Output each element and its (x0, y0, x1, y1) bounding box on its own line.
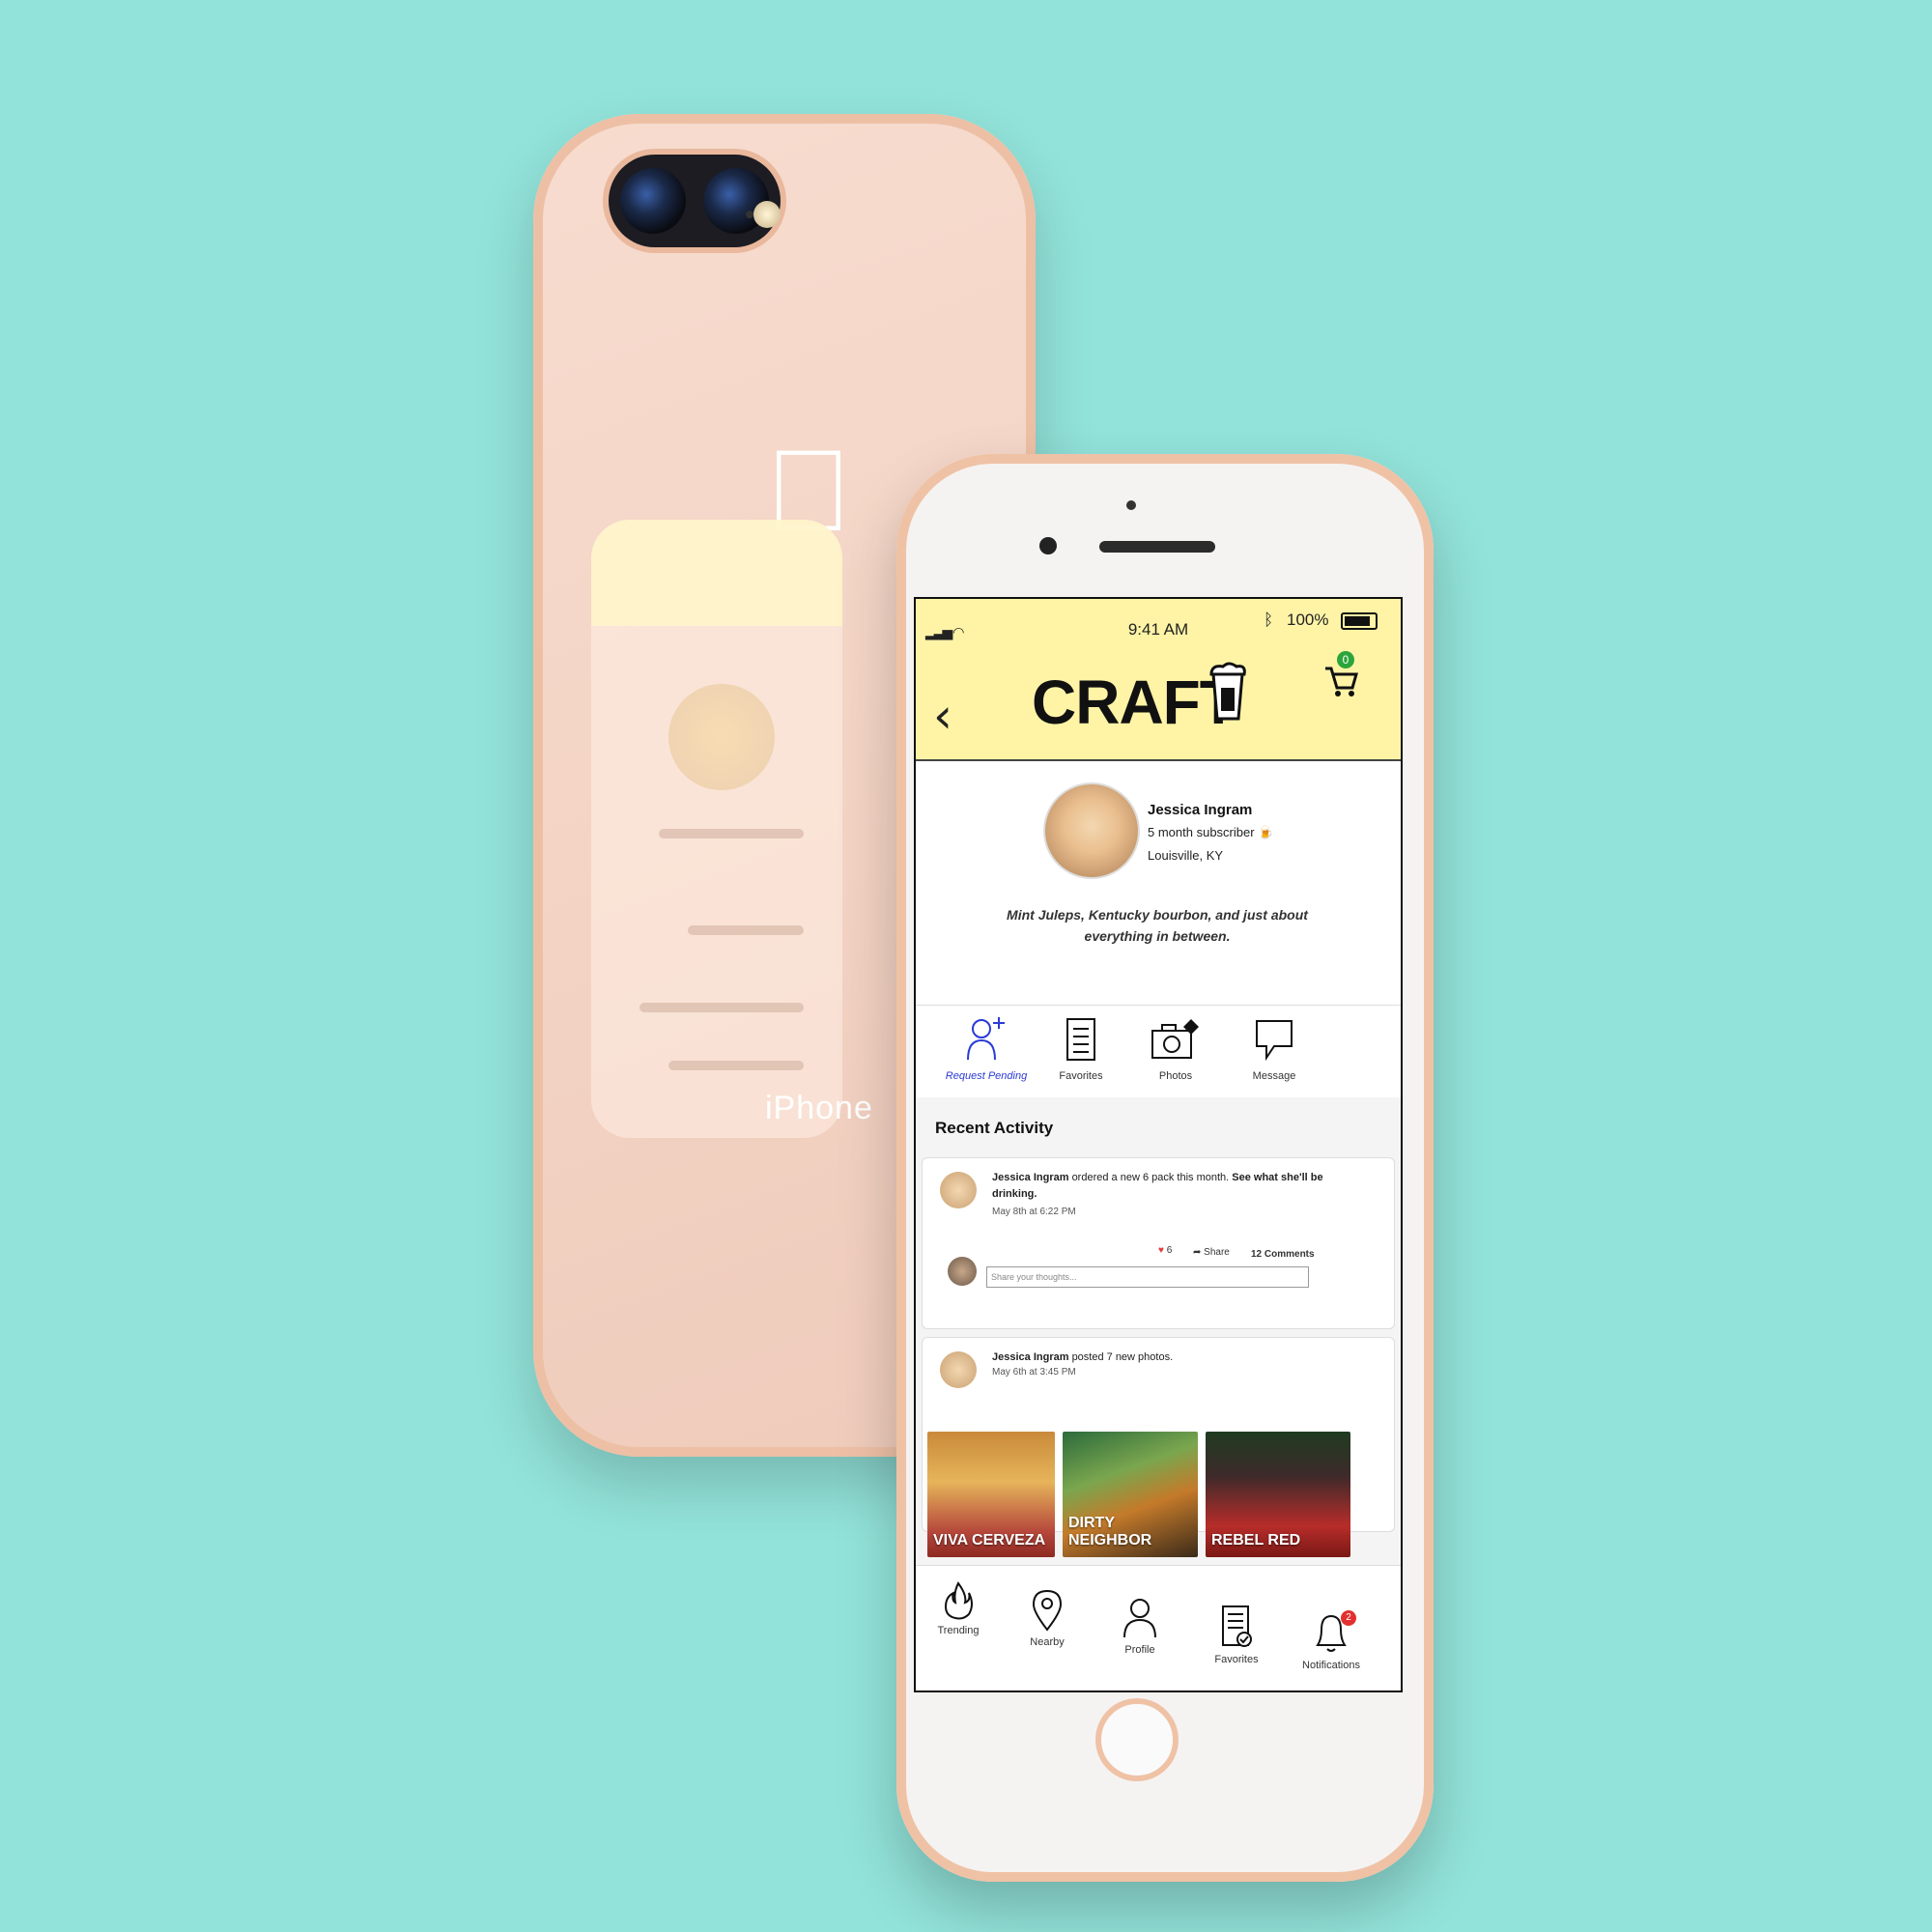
activity-card: Jessica Ingram ordered a new 6 pack this… (922, 1157, 1395, 1329)
battery-percent: 100% (1287, 611, 1329, 629)
list-icon (1066, 1018, 1095, 1061)
tab-trending[interactable]: Trending (920, 1581, 997, 1636)
checklist-icon (1222, 1605, 1252, 1647)
front-phone: ▂▃▅ ◠ 9:41 AM ᛒ 100% ‹ CRAFT 0 Jessica I (896, 454, 1434, 1882)
tab-notifications[interactable]: 2 Notifications (1293, 1610, 1370, 1671)
microphone-dot (746, 211, 753, 218)
dual-camera (609, 155, 781, 247)
tab-nearby[interactable]: Nearby (1009, 1589, 1086, 1648)
profile-name: Jessica Ingram (1148, 802, 1253, 818)
notification-badge: 2 (1341, 1610, 1356, 1626)
flash-icon (753, 201, 781, 228)
iphone-brand-text: iPhone (765, 1090, 873, 1126)
tab-profile[interactable]: Profile (1101, 1597, 1179, 1656)
subscription-status: 5 month subscriber 🍺 (1148, 825, 1274, 839)
photo-strip: VIVA CERVEZA DIRTY NEIGHBOR REBEL RED (927, 1432, 1387, 1557)
screen-reflection (591, 520, 842, 1138)
like-button[interactable]: ♥ 6 (1158, 1245, 1172, 1256)
profile-section: Jessica Ingram 5 month subscriber 🍺 Loui… (916, 759, 1401, 1001)
status-bar: ▂▃▅ ◠ 9:41 AM ᛒ 100% (916, 599, 1401, 641)
flame-icon (944, 1581, 973, 1620)
profile-location: Louisville, KY (1148, 848, 1224, 863)
avatar[interactable] (940, 1351, 977, 1388)
photo-thumbnail[interactable]: DIRTY NEIGHBOR (1063, 1432, 1198, 1557)
share-icon: ➦ (1193, 1247, 1202, 1258)
proximity-sensor (1126, 500, 1136, 510)
profile-actions: Request Pending Favorites Photos Message (916, 1005, 1401, 1099)
photo-thumbnail[interactable]: VIVA CERVEZA (927, 1432, 1055, 1557)
recent-activity-title: Recent Activity (935, 1119, 1054, 1137)
message-action-label: Message (1252, 1070, 1296, 1082)
map-pin-icon (1032, 1589, 1063, 1632)
cart-count-badge: 0 (1337, 651, 1354, 668)
activity-date: May 6th at 3:45 PM (992, 1367, 1076, 1378)
profile-bio: Mint Juleps, Kentucky bourbon, and just … (1007, 907, 1308, 944)
message-icon (1256, 1020, 1293, 1062)
photos-action-button[interactable]: Photos (1132, 1015, 1219, 1082)
app-header: ▂▃▅ ◠ 9:41 AM ᛒ 100% ‹ CRAFT 0 (916, 599, 1401, 761)
avatar[interactable] (1043, 782, 1140, 879)
message-action-button[interactable]: Message (1231, 1015, 1318, 1082)
photo-thumbnail[interactable]: REBEL RED (1206, 1432, 1350, 1557)
avatar (948, 1257, 977, 1286)
camera-icon (1151, 1019, 1199, 1059)
bluetooth-icon: ᛒ (1264, 611, 1274, 629)
avatar[interactable] (940, 1172, 977, 1208)
tab-favorites[interactable]: Favorites (1198, 1605, 1275, 1665)
heart-icon: ♥ (1158, 1245, 1164, 1256)
activity-text: Jessica Ingram ordered a new 6 pack this… (992, 1172, 1323, 1200)
person-icon (1123, 1599, 1156, 1638)
comment-input[interactable]: Share your thoughts... (986, 1266, 1309, 1288)
favorites-action-button[interactable]: Favorites (1037, 1015, 1124, 1082)
photos-action-label: Photos (1158, 1070, 1193, 1082)
back-button[interactable]: ‹ (933, 688, 952, 744)
activity-text: Jessica Ingram posted 7 new photos. (992, 1351, 1174, 1363)
earpiece-speaker (1099, 541, 1215, 553)
request-pending-button[interactable]: Request Pending (943, 1015, 1030, 1082)
front-camera-icon (1039, 537, 1057, 554)
beer-glass-icon (1209, 662, 1246, 721)
comments-link[interactable]: 12 Comments (1251, 1249, 1315, 1260)
tab-bar: Trending Nearby Profile Favorites 2 Noti… (916, 1565, 1401, 1690)
share-button[interactable]: ➦ Share (1193, 1247, 1230, 1258)
add-user-icon (967, 1017, 1005, 1061)
beer-mini-icon: 🍺 (1258, 825, 1274, 839)
app-screen: ▂▃▅ ◠ 9:41 AM ᛒ 100% ‹ CRAFT 0 Jessica I (914, 597, 1403, 1692)
home-button[interactable] (1095, 1698, 1179, 1781)
favorites-action-label: Favorites (1059, 1070, 1103, 1082)
activity-date: May 8th at 6:22 PM (992, 1207, 1076, 1217)
camera-lens-icon (620, 168, 686, 234)
request-pending-label: Request Pending (945, 1070, 1028, 1082)
battery-icon (1341, 612, 1378, 630)
